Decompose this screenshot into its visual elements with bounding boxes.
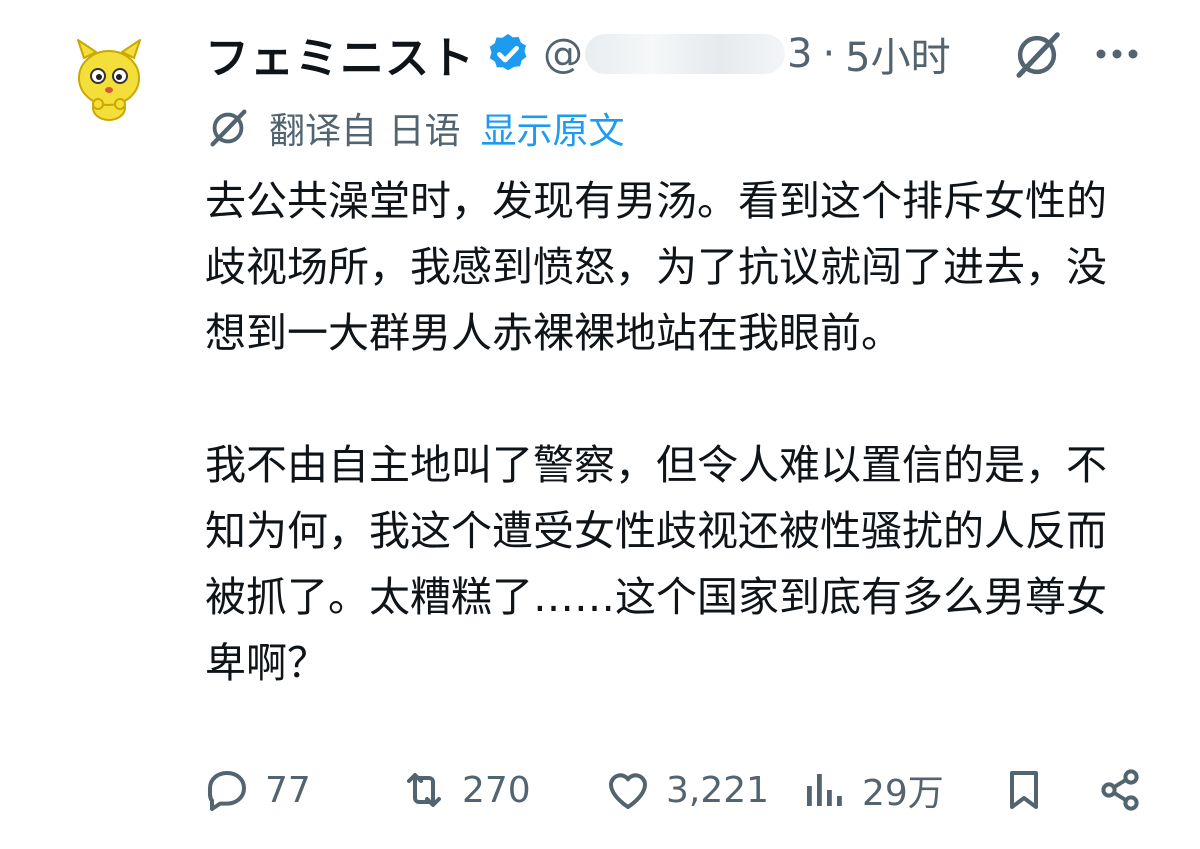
post-paragraph: 去公共澡堂时，发现有男汤。看到这个排斥女性的歧视场所，我感到愤怒，为了抗议就闯了… — [205, 177, 1107, 357]
repost-button[interactable]: 270 — [400, 762, 531, 818]
meta-separator: · — [822, 31, 836, 77]
post-body: 去公共澡堂时，发现有男汤。看到这个排斥女性的歧视场所，我感到愤怒，为了抗议就闯了… — [205, 168, 1145, 696]
reply-count: 77 — [265, 769, 311, 811]
handle-prefix: @ — [543, 31, 583, 77]
grok-translate-icon — [210, 109, 247, 147]
like-count: 3,221 — [666, 769, 770, 811]
verified-badge-icon — [489, 33, 527, 71]
action-bar: 77 270 3,221 29万 — [203, 762, 1148, 818]
handle-blurred — [585, 34, 785, 74]
views-button[interactable]: 29万 — [800, 762, 944, 818]
translated-from-label: 翻译自 日语 — [269, 111, 461, 152]
view-count: 29万 — [862, 773, 944, 814]
post-timestamp[interactable]: 5小时 — [845, 25, 950, 83]
reply-button[interactable]: 77 — [203, 762, 311, 818]
post-paragraph: 我不由自主地叫了警察，但令人难以置信的是，不知为何，我这个遭受女性歧视还被性骚扰… — [205, 441, 1107, 687]
like-button[interactable]: 3,221 — [604, 762, 769, 818]
show-original-link[interactable]: 显示原文 — [480, 102, 624, 154]
avatar[interactable] — [70, 36, 148, 122]
handle-suffix: 3 — [787, 31, 813, 77]
share-button[interactable] — [1096, 762, 1144, 818]
share-icon — [1101, 769, 1139, 811]
views-chart-icon — [807, 774, 842, 806]
translation-row: 翻译自 日语 显示原文 — [205, 104, 624, 152]
repost-count: 270 — [462, 769, 531, 811]
more-icon[interactable] — [1094, 42, 1140, 66]
display-name[interactable]: フェミニスト — [205, 22, 475, 86]
grok-icon[interactable] — [1010, 28, 1064, 82]
repost-icon — [407, 773, 441, 807]
bookmark-button[interactable] — [1000, 762, 1048, 818]
bookmark-icon — [1010, 771, 1038, 809]
user-handle[interactable]: @ 3 — [543, 31, 812, 77]
heart-icon — [609, 773, 647, 809]
reply-icon — [207, 771, 246, 811]
